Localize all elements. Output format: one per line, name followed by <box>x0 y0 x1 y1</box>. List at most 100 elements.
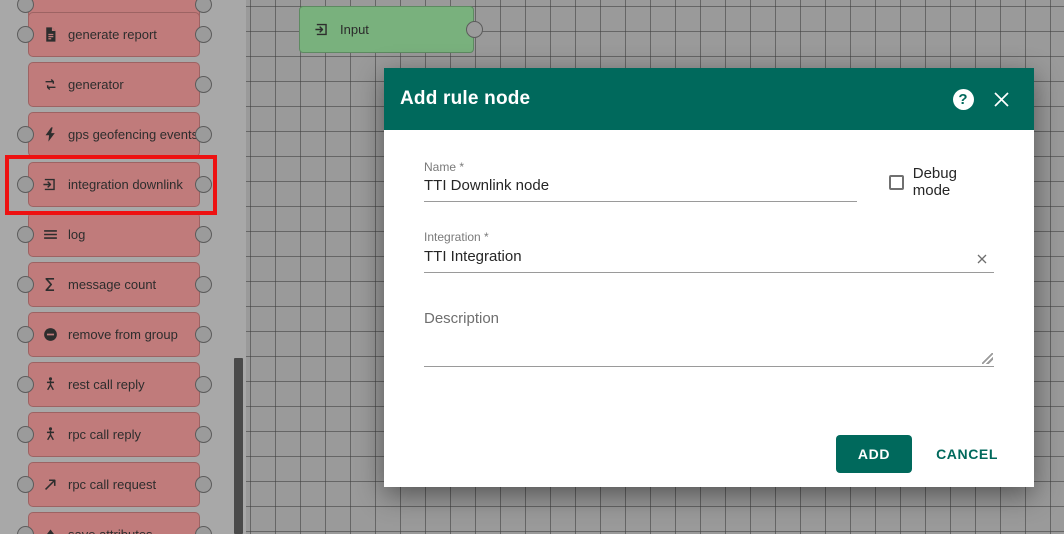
palette-item-generate-report[interactable]: generate report <box>28 12 200 57</box>
palette-item-output-port[interactable] <box>195 476 212 493</box>
palette-item-message-count[interactable]: message count <box>28 262 200 307</box>
palette-item-output-port[interactable] <box>195 526 212 534</box>
palette-item-remove-from-group[interactable]: remove from group <box>28 312 200 357</box>
sigma-icon <box>45 277 55 292</box>
triangle-icon <box>47 529 54 534</box>
rule-node-palette[interactable]: generate report generator gps geofencing e… <box>0 0 246 534</box>
palette-item-rpc-call-request[interactable]: rpc call request <box>28 462 200 507</box>
palette-item-output-port[interactable] <box>195 76 212 93</box>
arrow-into-box-icon <box>42 176 59 193</box>
palette-item-input-port[interactable] <box>17 276 34 293</box>
hamburger-icon <box>42 226 59 243</box>
loop-icon <box>45 79 56 90</box>
minus-circle-icon <box>42 326 59 343</box>
integration-label: Integration * <box>424 230 489 245</box>
name-input[interactable]: TTI Downlink node <box>424 177 858 203</box>
person-icon <box>46 427 55 441</box>
loop-icon <box>42 76 59 93</box>
resize-handle-icon[interactable] <box>982 352 993 364</box>
palette-item-input-port[interactable] <box>17 126 34 143</box>
bolt-icon <box>42 126 59 143</box>
name-row: Name * TTI Downlink node Debug mode <box>424 160 994 203</box>
palette-item-output-port[interactable] <box>195 426 212 443</box>
debug-mode-checkbox[interactable] <box>889 174 904 190</box>
add-rule-node-dialog: Add rule node ? Name * TTI Downlink node… <box>384 68 1034 487</box>
palette-item-output-port[interactable] <box>195 126 212 143</box>
dialog-header: Add rule node ? <box>384 68 1034 130</box>
palette-item-integration-downlink[interactable]: integration downlink <box>28 162 200 207</box>
arrow-up-right-icon <box>42 476 59 493</box>
person-icon <box>42 426 59 443</box>
person-icon <box>42 376 59 393</box>
person-icon <box>46 377 55 391</box>
palette-item-input-port[interactable] <box>17 326 34 343</box>
clear-icon[interactable] <box>976 253 988 265</box>
palette-item-label: integration downlink <box>68 177 183 192</box>
arrow-into-box-icon <box>314 21 331 38</box>
palette-item-rpc-call-reply[interactable]: rpc call reply <box>28 412 200 457</box>
palette-item-label: message count <box>68 277 157 292</box>
close-icon <box>993 91 1009 107</box>
palette-item-label: gps geofencing events <box>68 127 199 142</box>
arrow-up-right-icon <box>44 479 56 491</box>
help-button[interactable]: ? <box>948 84 978 114</box>
palette-scrollbar-track[interactable] <box>234 0 243 534</box>
debug-mode-checkbox-row[interactable]: Debug mode <box>889 165 994 199</box>
palette-item-log[interactable]: log <box>28 212 200 257</box>
palette-item-save-attributes[interactable]: save attributes <box>28 512 200 534</box>
name-field[interactable]: Name * TTI Downlink node <box>424 160 858 203</box>
name-label: Name * <box>424 160 465 174</box>
palette-item-input-port[interactable] <box>17 226 34 243</box>
add-button[interactable]: ADD <box>835 435 913 473</box>
document-icon <box>46 27 56 42</box>
palette-item-rest-call-reply[interactable]: rest call reply <box>28 362 200 407</box>
debug-mode-label: Debug mode <box>912 165 957 199</box>
bolt-icon <box>45 127 55 142</box>
palette-item-output-port[interactable] <box>195 0 212 13</box>
palette-item-output-port[interactable] <box>195 176 212 193</box>
palette-item-label: rest call reply <box>68 377 145 392</box>
arrow-into-box-icon <box>43 178 55 191</box>
description-input[interactable] <box>424 327 994 367</box>
palette-item-output-port[interactable] <box>195 376 212 393</box>
palette-item-label: rpc call request <box>68 477 157 492</box>
palette-item-output-port[interactable] <box>195 226 212 243</box>
dialog-body: Name * TTI Downlink node Debug mode Inte… <box>384 130 1034 367</box>
app-root: Input generate report generator gps geofen… <box>0 0 1064 534</box>
document-icon <box>42 26 59 43</box>
integration-input[interactable]: TTI Integration <box>424 248 994 273</box>
palette-item-label: rpc call reply <box>68 427 141 442</box>
palette-item-input-port[interactable] <box>17 476 34 493</box>
palette-item-output-port[interactable] <box>195 326 212 343</box>
description-field[interactable]: Description <box>424 310 994 367</box>
dialog-actions: ADD CANCEL <box>835 435 1012 473</box>
palette-item-label: generator <box>68 77 124 92</box>
palette-item-label: log <box>68 227 86 242</box>
triangle-icon <box>42 526 59 534</box>
integration-field[interactable]: Integration * TTI Integration <box>424 230 994 273</box>
palette-item-label: remove from group <box>68 327 178 342</box>
palette-item-input-port[interactable] <box>17 26 34 43</box>
palette-item-generator[interactable]: generator <box>28 62 200 107</box>
palette-item-label: generate report <box>68 27 157 42</box>
palette-item-output-port[interactable] <box>195 26 212 43</box>
palette-item-input-port[interactable] <box>17 376 34 393</box>
close-button[interactable] <box>986 84 1016 114</box>
cancel-button[interactable]: CANCEL <box>922 435 1012 473</box>
description-label: Description <box>424 309 500 327</box>
clear-x-glyph <box>977 254 987 264</box>
hamburger-icon <box>44 230 57 239</box>
minus-circle-icon <box>44 328 57 341</box>
canvas-node-output-port[interactable] <box>466 20 483 38</box>
help-icon: ? <box>952 88 974 110</box>
canvas-node-label: Input <box>340 22 369 37</box>
palette-item-label: save attributes <box>68 527 153 534</box>
palette-item-output-port[interactable] <box>195 276 212 293</box>
dialog-title: Add rule node <box>400 88 531 109</box>
palette-item-input-port[interactable] <box>17 426 34 443</box>
palette-scrollbar-thumb[interactable] <box>234 358 243 534</box>
palette-item-gps-geofencing-events[interactable]: gps geofencing events <box>28 112 200 157</box>
arrow-into-box-icon <box>315 23 327 36</box>
canvas-node-input[interactable]: Input <box>299 6 474 53</box>
palette-item-input-port[interactable] <box>17 176 34 193</box>
